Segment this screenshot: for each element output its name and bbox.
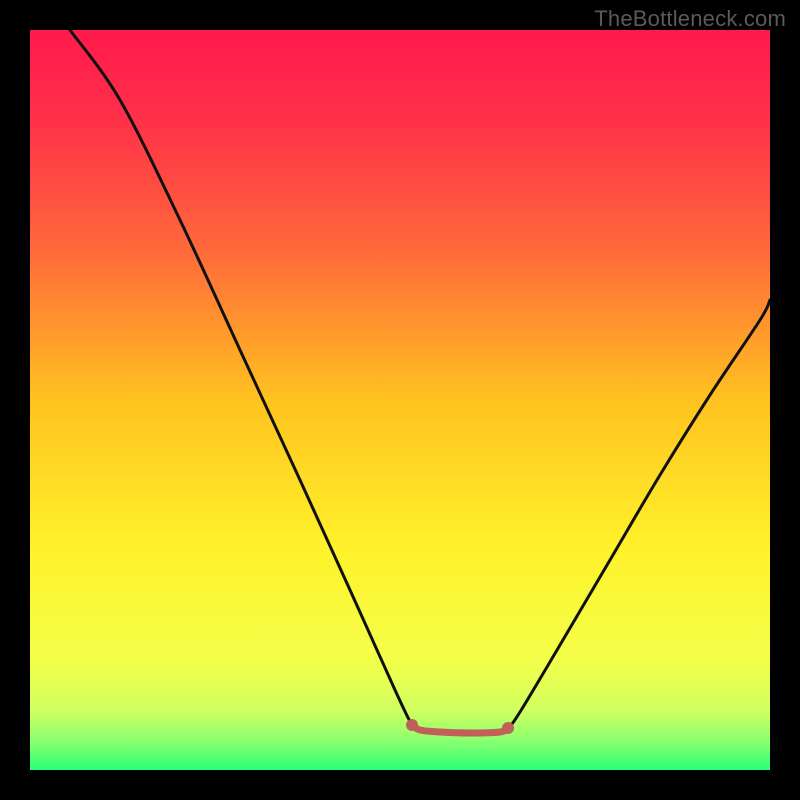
optimal-start-point xyxy=(406,719,418,731)
watermark-text: TheBottleneck.com xyxy=(594,6,786,32)
chart-frame: TheBottleneck.com xyxy=(0,0,800,800)
optimal-end-point xyxy=(502,722,514,734)
bottleneck-chart xyxy=(0,0,800,800)
